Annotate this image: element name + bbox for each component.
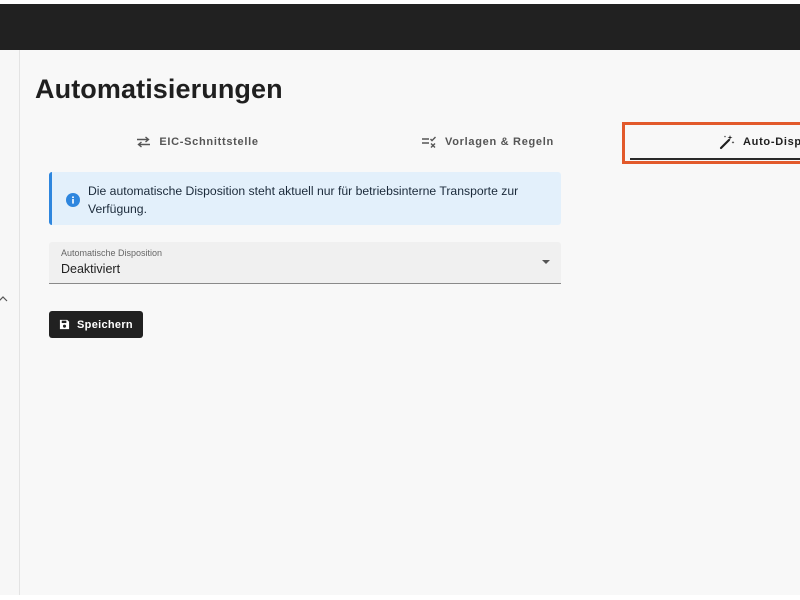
save-icon bbox=[59, 319, 70, 330]
info-alert: Die automatische Disposition steht aktue… bbox=[49, 172, 561, 225]
tab-label: EIC-Schnittstelle bbox=[159, 136, 259, 148]
magic-wand-icon bbox=[719, 135, 735, 150]
main-content: Automatisierungen EIC-Schnittstelle Vorl… bbox=[20, 50, 800, 595]
swap-horizontal-icon bbox=[137, 136, 151, 148]
active-tab-indicator bbox=[630, 158, 800, 160]
page-title: Automatisierungen bbox=[35, 74, 283, 104]
tab-eic-schnittstelle[interactable]: EIC-Schnittstelle bbox=[50, 126, 345, 158]
chevron-up-icon[interactable] bbox=[0, 294, 8, 304]
list-check-icon bbox=[422, 136, 437, 148]
select-label: Automatische Disposition bbox=[61, 248, 163, 258]
select-value: Deaktiviert bbox=[61, 262, 121, 276]
save-button-label: Speichern bbox=[77, 318, 133, 331]
dropdown-arrow-icon bbox=[542, 260, 550, 264]
save-button[interactable]: Speichern bbox=[49, 311, 143, 338]
bottom-edge bbox=[0, 595, 800, 600]
tab-label: Vorlagen & Regeln bbox=[445, 136, 554, 148]
top-app-bar bbox=[0, 4, 800, 50]
alert-text: Die automatische Disposition steht aktue… bbox=[88, 184, 519, 216]
tab-label: Auto-Dispo bbox=[743, 136, 800, 148]
tab-bar: EIC-Schnittstelle Vorlagen & Regeln Auto… bbox=[20, 126, 800, 158]
info-icon bbox=[66, 193, 80, 207]
tab-vorlagen-regeln[interactable]: Vorlagen & Regeln bbox=[345, 126, 630, 158]
sidebar bbox=[0, 50, 20, 595]
tab-auto-dispo[interactable]: Auto-Dispo bbox=[630, 126, 800, 158]
disposition-select[interactable]: Automatische Disposition Deaktiviert bbox=[49, 242, 561, 284]
